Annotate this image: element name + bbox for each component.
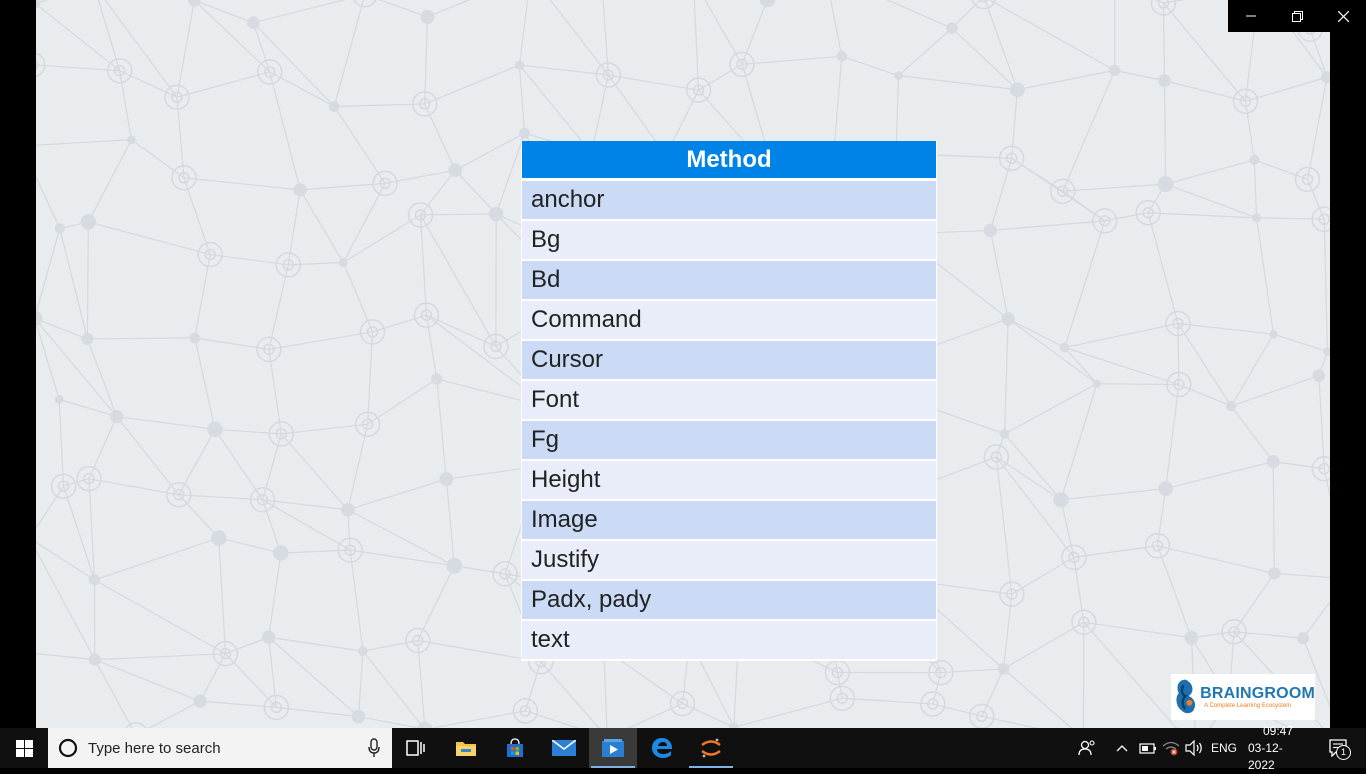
table-cell: Height: [521, 461, 937, 501]
table-cell: Fg: [521, 421, 937, 461]
start-button[interactable]: [0, 728, 48, 768]
mail-button[interactable]: [540, 728, 588, 768]
language-indicator: ENG: [1211, 741, 1237, 755]
logo-tagline: A Complete Learning Ecosystem: [1204, 702, 1315, 710]
presentation-slide: Method anchor Bg Bd Command Cursor Font …: [36, 0, 1330, 728]
network-disconnected-icon: [1162, 740, 1180, 756]
table-row: Bd: [521, 261, 937, 301]
close-button[interactable]: [1320, 0, 1366, 32]
store-icon: [505, 738, 525, 758]
task-view-button[interactable]: [392, 728, 440, 768]
braingroom-logo: BRAINGROOM A Complete Learning Ecosystem: [1171, 674, 1315, 720]
cortana-search-icon: [58, 738, 78, 758]
table-row: Command: [521, 301, 937, 341]
clock-time: 09:47: [1263, 723, 1293, 740]
mail-icon: [552, 740, 576, 756]
table-row: anchor: [521, 181, 937, 221]
jupyter-icon: [700, 737, 722, 759]
show-hidden-icons-button[interactable]: [1112, 728, 1132, 768]
restore-button[interactable]: [1274, 0, 1320, 32]
window-controls: [1228, 0, 1366, 32]
volume-button[interactable]: [1183, 728, 1205, 768]
jupyter-button[interactable]: [687, 728, 735, 768]
file-explorer-button[interactable]: [442, 728, 490, 768]
chevron-up-icon: [1116, 744, 1128, 752]
method-table: Method anchor Bg Bd Command Cursor Font …: [521, 141, 937, 661]
notification-count-badge: 1: [1336, 745, 1351, 760]
search-placeholder: Type here to search: [88, 740, 221, 757]
table-row: Font: [521, 381, 937, 421]
table-row: Padx, pady: [521, 581, 937, 621]
input-language-button[interactable]: ENG: [1208, 728, 1240, 768]
table-cell: anchor: [521, 181, 937, 221]
desktop-screen: Method anchor Bg Bd Command Cursor Font …: [0, 0, 1366, 768]
table-cell: Command: [521, 301, 937, 341]
media-player-icon: [601, 738, 625, 758]
table-cell: Bg: [521, 221, 937, 261]
taskbar-search-box[interactable]: Type here to search: [48, 728, 392, 768]
table-row: Height: [521, 461, 937, 501]
taskbar: Type here to search: [0, 728, 1366, 768]
minimize-icon: [1246, 11, 1256, 21]
close-icon: [1338, 11, 1349, 22]
battery-button[interactable]: [1137, 728, 1159, 768]
table-row: Image: [521, 501, 937, 541]
table-cell: Justify: [521, 541, 937, 581]
windows-logo-icon: [16, 740, 33, 757]
store-button[interactable]: [491, 728, 539, 768]
table-cell: Image: [521, 501, 937, 541]
table-header-row: Method: [521, 141, 937, 181]
table-row: Bg: [521, 221, 937, 261]
people-icon: [1078, 740, 1096, 756]
clock-date: 03-12-2022: [1248, 740, 1308, 774]
speaker-icon: [1185, 740, 1203, 756]
table-row: Cursor: [521, 341, 937, 381]
media-player-button[interactable]: [589, 728, 637, 768]
file-explorer-icon: [455, 739, 477, 757]
logo-name: BRAINGROOM: [1200, 685, 1315, 702]
edge-button[interactable]: [638, 728, 686, 768]
battery-icon: [1139, 742, 1157, 754]
restore-icon: [1292, 11, 1303, 22]
table-cell: Cursor: [521, 341, 937, 381]
braingroom-mark-icon: [1173, 677, 1198, 717]
network-button[interactable]: [1160, 728, 1182, 768]
edge-icon: [651, 737, 673, 759]
table-header-method: Method: [521, 141, 937, 181]
table-cell: Font: [521, 381, 937, 421]
table-row: Justify: [521, 541, 937, 581]
task-view-icon: [406, 740, 426, 756]
minimize-button[interactable]: [1228, 0, 1274, 32]
microphone-icon[interactable]: [368, 738, 380, 758]
clock[interactable]: 09:47 03-12-2022: [1248, 728, 1308, 768]
table-cell: Padx, pady: [521, 581, 937, 621]
table-cell: text: [521, 621, 937, 661]
table-cell: Bd: [521, 261, 937, 301]
people-button[interactable]: [1075, 728, 1099, 768]
table-row: Fg: [521, 421, 937, 461]
table-row: text: [521, 621, 937, 661]
